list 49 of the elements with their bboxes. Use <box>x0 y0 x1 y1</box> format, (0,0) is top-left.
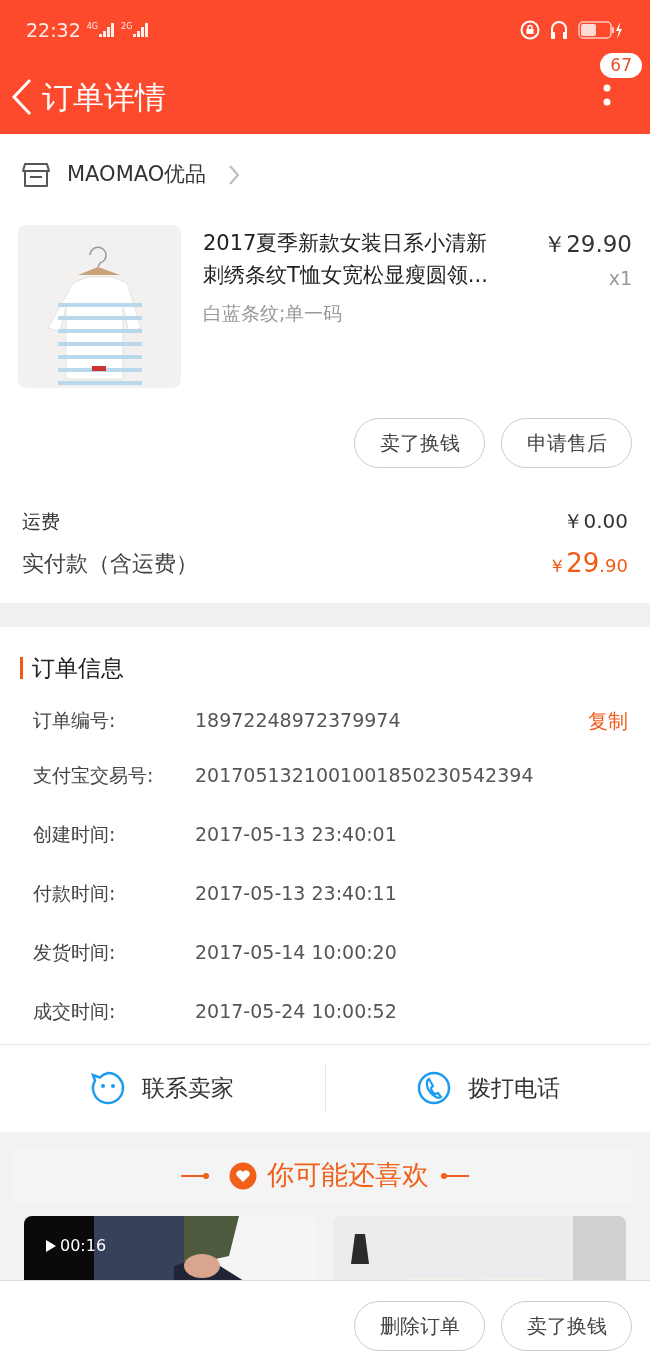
fee-label: 实付款（含运费） <box>22 550 198 578</box>
action-button[interactable]: 卖了换钱 <box>501 1301 632 1351</box>
more-icon[interactable] <box>603 84 611 106</box>
info-label: 订单编号: <box>33 708 117 734</box>
action-button[interactable]: 卖了换钱 <box>354 418 485 468</box>
signal-icon <box>133 23 150 37</box>
smiley-chat-icon <box>90 1070 127 1106</box>
back-icon[interactable] <box>10 77 34 117</box>
signal-icon <box>99 23 116 37</box>
info-value: 2017-05-13 23:40:01 <box>195 821 398 847</box>
info-label: 创建时间: <box>33 821 117 847</box>
lock-rotation-icon <box>520 20 540 40</box>
action-button[interactable]: 申请售后 <box>501 418 632 468</box>
shop-link[interactable]: MAOMAO优品 <box>67 158 207 191</box>
info-value: 2017-05-14 10:00:20 <box>195 939 398 965</box>
info-label: 发货时间: <box>33 939 117 965</box>
section-title: 你可能还喜欢 <box>267 1158 429 1193</box>
product-quantity: x1 <box>608 265 632 291</box>
section-title: 订单信息 <box>32 654 124 683</box>
play-icon <box>46 1239 56 1252</box>
headphones-icon <box>550 20 568 40</box>
info-label: 付款时间: <box>33 880 117 906</box>
total-amount: ￥29.90 <box>548 547 628 580</box>
product-price: ￥29.90 <box>543 230 632 259</box>
notification-badge: 67 <box>600 53 642 78</box>
fee-amount: ￥0.00 <box>563 508 628 535</box>
battery-charging-icon <box>578 20 624 40</box>
phone-icon <box>415 1070 452 1106</box>
contact-button[interactable]: 拨打电话 <box>324 1063 650 1113</box>
product-title: 2017夏季新款女装日系小清新刺绣条纹T恤女宽松显瘦圆领... <box>203 230 489 289</box>
info-value: 2017-05-13 23:40:11 <box>195 880 398 906</box>
action-button[interactable]: 删除订单 <box>354 1301 485 1351</box>
store-icon <box>22 161 50 188</box>
video-duration: 00:16 <box>46 1233 107 1258</box>
fee-label: 运费 <box>22 508 60 534</box>
info-value: 2017-05-24 10:00:52 <box>195 998 398 1024</box>
network-label: 4G <box>86 23 99 31</box>
info-label: 支付宝交易号: <box>33 762 155 788</box>
info-value: 18972248972379974 <box>195 708 402 734</box>
dash-dot-icon <box>439 1171 469 1180</box>
info-value: 2017051321001001850230542394 <box>195 762 535 788</box>
contact-button[interactable]: 联系卖家 <box>0 1070 325 1106</box>
chevron-right-icon[interactable] <box>228 163 241 186</box>
page-title: 订单详情 <box>42 77 166 117</box>
status-time: 22:32 <box>26 17 81 43</box>
info-label: 成交时间: <box>33 998 117 1024</box>
network-label: 2G <box>121 23 133 31</box>
dash-dot-icon <box>181 1171 211 1180</box>
product-variant: 白蓝条纹;单一码 <box>203 301 344 326</box>
